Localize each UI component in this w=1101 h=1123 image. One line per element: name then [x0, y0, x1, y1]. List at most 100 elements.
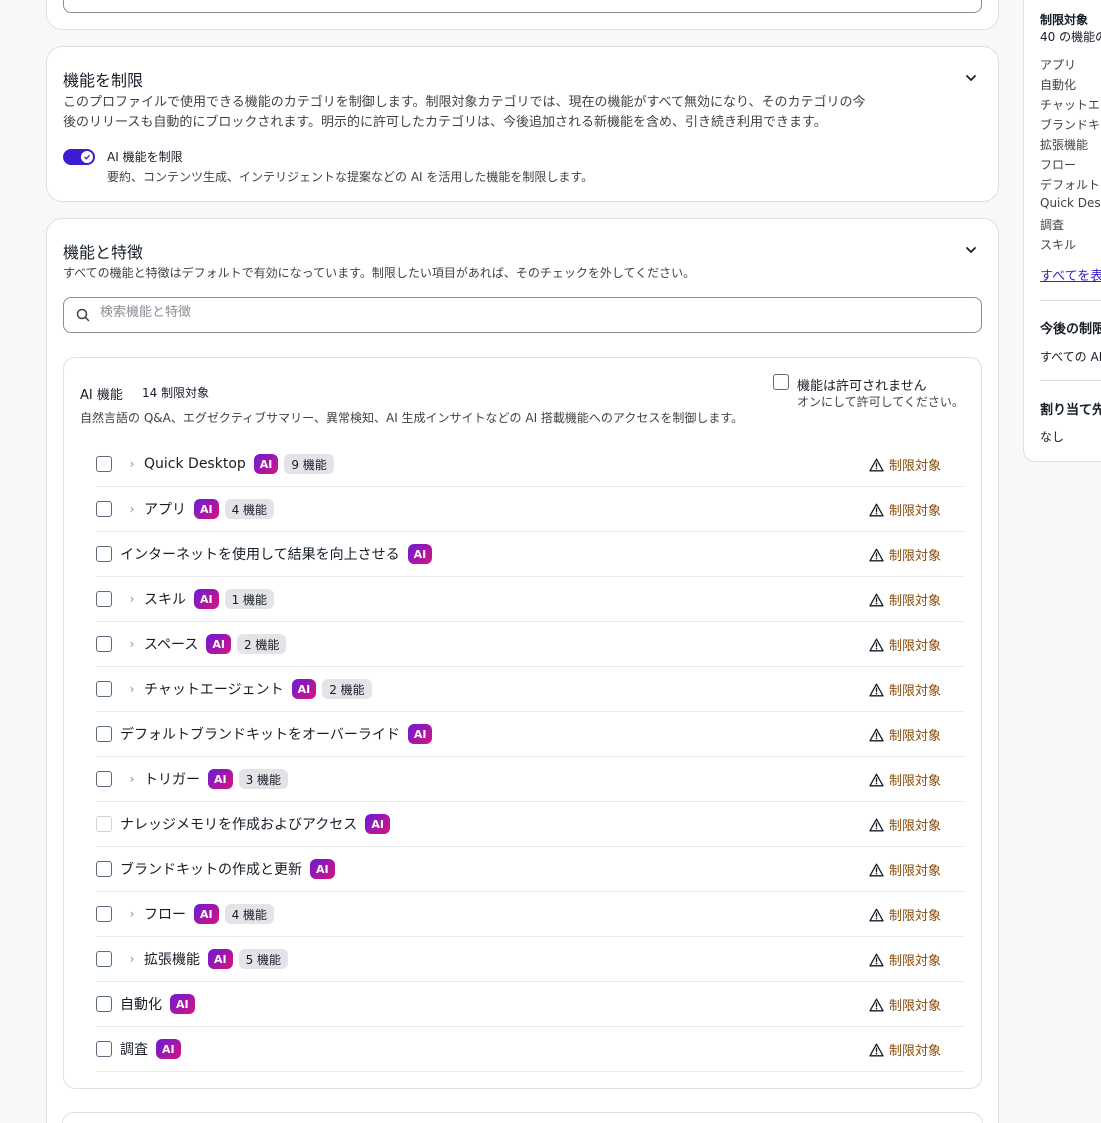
sidebar-restricted-item: デフォルト — [1040, 178, 1101, 192]
feature-checkbox[interactable] — [96, 591, 112, 607]
feature-checkbox[interactable] — [96, 996, 112, 1012]
restricted-status: 制限対象 — [869, 635, 941, 654]
ai-feature-group: AI 機能 14 制限対象 自然言語の Q&A、エグゼクティブサマリー、異常検知… — [63, 357, 982, 1089]
feature-checkbox[interactable] — [96, 951, 112, 967]
sidebar-restricted-subtitle: 40 の機能の — [1040, 30, 1101, 44]
feature-checkbox[interactable] — [96, 861, 112, 877]
feature-count-badge: 3 機能 — [238, 769, 289, 789]
divider — [1040, 380, 1101, 381]
feature-row: › Quick Desktop AI 9 機能 制限対象 — [96, 442, 965, 487]
features-search[interactable] — [63, 297, 982, 333]
chevron-down-icon[interactable] — [964, 71, 978, 85]
feature-checkbox[interactable] — [96, 771, 112, 787]
summary-sidebar: 制限対象 40 の機能の アプリ 自動化 チャットエ ブランドキ 拡張機能 フロー デフォル… — [1023, 0, 1101, 462]
restrict-features-description-line2: 後のリリースも自動的にブロックされます。明示的に許可したカテゴリは、今後追加され… — [63, 115, 827, 130]
ai-badge: AI — [407, 724, 433, 744]
feature-label: Quick Desktop — [144, 456, 246, 472]
restricted-status: 制限対象 — [869, 1040, 941, 1059]
restricted-status: 制限対象 — [869, 725, 941, 744]
chevron-down-icon[interactable] — [964, 243, 978, 257]
feature-label: ナレッジメモリを作成およびアクセス — [120, 817, 358, 833]
restricted-status: 制限対象 — [869, 995, 941, 1014]
feature-label: トリガー — [144, 772, 200, 788]
restricted-status-label: 制限対象 — [888, 954, 941, 969]
feature-label: インターネットを使用して結果を向上させる — [120, 547, 400, 563]
ai-badge: AI — [407, 544, 433, 564]
warning-icon — [869, 1043, 884, 1056]
restricted-status-label: 制限対象 — [888, 909, 941, 924]
check-icon — [84, 154, 90, 160]
ai-badge: AI — [253, 454, 279, 474]
feature-row: › フロー AI 4 機能 制限対象 — [96, 892, 965, 937]
ai-badge: AI — [208, 769, 233, 789]
chevron-right-icon[interactable]: › — [120, 592, 144, 606]
previous-input-field[interactable] — [63, 0, 982, 13]
warning-icon — [869, 773, 884, 786]
restrict-ai-toggle[interactable] — [63, 149, 95, 165]
restrict-features-title: 機能を制限 — [63, 71, 144, 90]
feature-label: フロー — [144, 907, 186, 923]
feature-checkbox[interactable] — [96, 456, 112, 472]
feature-checkbox[interactable] — [96, 1041, 112, 1057]
feature-checkbox[interactable] — [96, 546, 112, 562]
chevron-right-icon[interactable]: › — [120, 682, 144, 696]
feature-count-badge: 1 機能 — [224, 589, 275, 609]
allow-features-description: オンにして許可してください。 — [797, 395, 964, 409]
feature-label: チャットエージェント — [144, 682, 284, 698]
feature-count-badge: 2 機能 — [322, 679, 372, 699]
feature-row: › スキル AI 1 機能 制限対象 — [96, 577, 965, 622]
allow-features-checkbox[interactable] — [773, 374, 789, 390]
group-title: AI 機能 — [80, 388, 123, 403]
restricted-status: 制限対象 — [869, 545, 941, 564]
sidebar-restricted-item: アプリ — [1040, 58, 1077, 72]
sidebar-show-all-link[interactable]: すべてを表 — [1040, 265, 1101, 284]
feature-row: › アプリ AI 4 機能 制限対象 — [96, 487, 965, 532]
feature-checkbox[interactable] — [96, 636, 112, 652]
feature-count-badge: 4 機能 — [224, 904, 275, 924]
group-description: 自然言語の Q&A、エグゼクティブサマリー、異常検知、AI 生成インサイトなどの… — [80, 411, 744, 425]
chevron-right-icon[interactable]: › — [120, 502, 144, 516]
ai-badge: AI — [194, 589, 219, 609]
feature-row: ブランドキットの作成と更新 AI 制限対象 — [96, 847, 965, 892]
ai-badge: AI — [206, 634, 231, 654]
feature-label: 自動化 — [120, 997, 162, 1013]
restricted-status: 制限対象 — [869, 770, 941, 789]
feature-row: › トリガー AI 3 機能 制限対象 — [96, 757, 965, 802]
sidebar-future-title: 今後の制限 — [1040, 322, 1101, 337]
divider — [1040, 300, 1101, 301]
restricted-status-label: 制限対象 — [888, 684, 941, 699]
restricted-status: 制限対象 — [869, 950, 941, 969]
search-input[interactable] — [100, 305, 960, 320]
ai-badge: AI — [365, 814, 390, 834]
restricted-status: 制限対象 — [869, 455, 941, 474]
restrict-features-description-line1: このプロファイルで使用できる機能のカテゴリを制御します。制限対象カテゴリでは、現… — [63, 95, 866, 110]
sidebar-restricted-item: 拡張機能 — [1040, 138, 1089, 152]
ai-badge: AI — [156, 1039, 181, 1059]
warning-icon — [869, 953, 884, 966]
chevron-right-icon[interactable]: › — [120, 457, 144, 471]
ai-badge: AI — [310, 859, 335, 879]
chevron-right-icon[interactable]: › — [120, 907, 144, 921]
feature-checkbox[interactable] — [96, 681, 112, 697]
chevron-right-icon[interactable]: › — [120, 772, 144, 786]
feature-checkbox[interactable] — [96, 906, 112, 922]
warning-icon — [869, 728, 884, 741]
feature-row: インターネットを使用して結果を向上させる AI 制限対象 — [96, 532, 965, 577]
feature-checkbox[interactable] — [96, 501, 112, 517]
feature-label: デフォルトブランドキットをオーバーライド — [120, 727, 400, 743]
warning-icon — [869, 998, 884, 1011]
restricted-status-label: 制限対象 — [888, 864, 941, 879]
feature-label: 拡張機能 — [144, 952, 200, 968]
group-restricted-count: 14 制限対象 — [142, 386, 210, 400]
feature-row: ナレッジメモリを作成およびアクセス AI 制限対象 — [96, 802, 965, 847]
next-group-card — [62, 1112, 983, 1123]
restricted-status: 制限対象 — [869, 860, 941, 879]
chevron-right-icon[interactable]: › — [120, 952, 144, 966]
ai-badge: AI — [194, 499, 219, 519]
restricted-status: 制限対象 — [869, 905, 941, 924]
feature-checkbox[interactable] — [96, 726, 112, 742]
chevron-right-icon[interactable]: › — [120, 637, 144, 651]
feature-count-badge: 2 機能 — [236, 634, 287, 654]
features-description: すべての機能と特徴はデフォルトで有効になっています。制限したい項目があれば、その… — [63, 266, 696, 280]
restricted-status-label: 制限対象 — [888, 1044, 941, 1059]
